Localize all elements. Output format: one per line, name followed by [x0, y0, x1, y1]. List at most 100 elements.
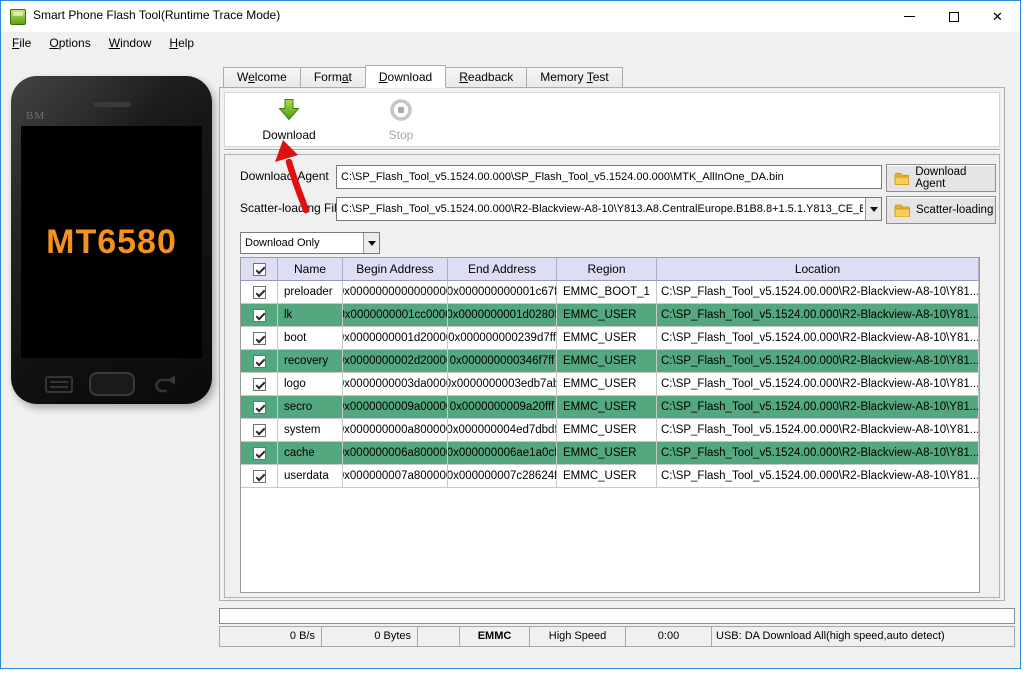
row-checkbox[interactable] [252, 423, 266, 437]
progress-bar [219, 608, 1015, 624]
minimize-icon [904, 16, 915, 17]
cell-checkbox [241, 442, 278, 465]
tab-readback[interactable]: Readback [445, 67, 528, 88]
cell-end-address: 0x0000000001d0280f [448, 304, 557, 327]
cell-region: EMMC_USER [557, 350, 657, 373]
download-group-box: Download-Agent C:\SP_Flash_Tool_v5.1524.… [224, 154, 1000, 598]
partition-table: Name Begin Address End Address Region Locati… [240, 257, 980, 593]
scatter-browse-button[interactable]: Scatter-loading [886, 196, 996, 224]
scatter-file-label: Scatter-loading File [240, 201, 344, 215]
download-agent-browse-label: Download Agent [915, 166, 967, 190]
header-select-all-cell[interactable] [241, 258, 278, 281]
folder-icon [894, 172, 910, 185]
table-row[interactable]: preloader 0x0000000000000000 0x00000000000… [241, 281, 979, 304]
table-row[interactable]: logo 0x0000000003da0000 0x0000000003edb7ab… [241, 373, 979, 396]
cell-begin-address: 0x0000000002d20000 [343, 350, 448, 373]
cell-name: userdata [278, 465, 343, 488]
table-row[interactable]: lk 0x0000000001cc0000 0x0000000001d0280f EM… [241, 304, 979, 327]
maximize-button[interactable] [931, 1, 976, 32]
download-mode-select[interactable]: Download Only [240, 232, 380, 254]
tab-memory-test[interactable]: Memory Test [526, 67, 623, 88]
label-text: R [459, 70, 468, 84]
cell-location: C:\SP_Flash_Tool_v5.1524.00.000\R2-Black… [657, 327, 979, 350]
table-row[interactable]: userdata 0x000000007a800000 0x000000007c28… [241, 465, 979, 488]
cell-region: EMMC_USER [557, 396, 657, 419]
cell-checkbox [241, 327, 278, 350]
scatter-file-value: C:\SP_Flash_Tool_v5.1524.00.000\R2-Black… [341, 203, 863, 215]
select-all-checkbox[interactable] [252, 262, 266, 276]
header-location[interactable]: Location [657, 258, 979, 281]
cell-location: C:\SP_Flash_Tool_v5.1524.00.000\R2-Black… [657, 304, 979, 327]
cell-checkbox [241, 465, 278, 488]
mode-dropdown-button[interactable] [363, 233, 379, 253]
cell-location: C:\SP_Flash_Tool_v5.1524.00.000\R2-Black… [657, 281, 979, 304]
tab-welcome[interactable]: Welcome [223, 67, 301, 88]
table-row[interactable]: system 0x000000000a800000 0x000000004ed7db… [241, 419, 979, 442]
header-region[interactable]: Region [557, 258, 657, 281]
download-agent-input[interactable]: C:\SP_Flash_Tool_v5.1524.00.000\SP_Flash… [336, 165, 882, 189]
phone-preview-image: BM MT6580 [11, 76, 212, 404]
cell-begin-address: 0x000000007a800000 [343, 465, 448, 488]
label-text: H [169, 36, 179, 50]
row-checkbox[interactable] [252, 285, 266, 299]
screenshot-canvas: Smart Phone Flash Tool(Runtime Trace Mod… [0, 0, 1027, 676]
app-icon [10, 9, 26, 25]
header-begin[interactable]: Begin Address [343, 258, 448, 281]
cell-location: C:\SP_Flash_Tool_v5.1524.00.000\R2-Black… [657, 396, 979, 419]
folder-icon [894, 204, 910, 217]
header-name[interactable]: Name [278, 258, 343, 281]
minimize-button[interactable] [887, 1, 932, 32]
label-text: O [49, 36, 59, 50]
status-empty [417, 626, 460, 647]
stop-button[interactable]: Stop [353, 98, 449, 142]
cell-begin-address: 0x0000000001d20000 [343, 327, 448, 350]
scatter-dropdown-button[interactable] [865, 198, 881, 220]
header-end[interactable]: End Address [448, 258, 557, 281]
download-agent-label: Download-Agent [240, 169, 329, 183]
status-bytes: 0 Bytes [321, 626, 418, 647]
tab-download[interactable]: Download [364, 65, 447, 88]
row-checkbox[interactable] [252, 354, 266, 368]
cell-end-address: 0x0000000003edb7ab [448, 373, 557, 396]
tab-format[interactable]: Format [299, 67, 366, 88]
row-checkbox[interactable] [252, 469, 266, 483]
row-checkbox[interactable] [252, 377, 266, 391]
cell-checkbox [241, 350, 278, 373]
status-elapsed-time: 0:00 [625, 626, 712, 647]
table-row[interactable]: cache 0x000000006a800000 0x000000006ae1a0c… [241, 442, 979, 465]
menu-item-window[interactable]: Window [100, 32, 161, 55]
table-row[interactable]: secro 0x0000000009a00000 0x0000000009a20ff… [241, 396, 979, 419]
toolbar-panel: Download Stop [224, 92, 1000, 147]
tab-bar: Welcome Format Download Readback Memory Test [223, 65, 623, 88]
download-button-label: Download [262, 128, 316, 142]
row-checkbox[interactable] [252, 308, 266, 322]
title-bar: Smart Phone Flash Tool(Runtime Trace Mod… [1, 1, 1020, 32]
download-arrow-icon [278, 99, 300, 121]
row-checkbox[interactable] [252, 400, 266, 414]
cell-name: preloader [278, 281, 343, 304]
row-checkbox[interactable] [252, 331, 266, 345]
download-button[interactable]: Download [241, 98, 337, 142]
scatter-file-combobox[interactable]: C:\SP_Flash_Tool_v5.1524.00.000\R2-Black… [336, 197, 882, 221]
cell-checkbox [241, 396, 278, 419]
row-checkbox[interactable] [252, 446, 266, 460]
table-row[interactable]: boot 0x0000000001d20000 0x000000000239d7ff… [241, 327, 979, 350]
cell-begin-address: 0x000000000a800000 [343, 419, 448, 442]
cell-region: EMMC_USER [557, 465, 657, 488]
stop-button-label: Stop [388, 128, 414, 142]
menu-item-file[interactable]: File [3, 32, 40, 55]
download-agent-browse-button[interactable]: Download Agent [886, 164, 996, 192]
close-button[interactable]: ✕ [975, 1, 1020, 32]
label-text: W [108, 36, 121, 50]
cell-region: EMMC_USER [557, 442, 657, 465]
cell-location: C:\SP_Flash_Tool_v5.1524.00.000\R2-Black… [657, 350, 979, 373]
label-text: est [592, 70, 609, 84]
menu-item-options[interactable]: Options [40, 32, 99, 55]
label-text: Memory [540, 70, 587, 84]
menu-item-help[interactable]: Help [160, 32, 203, 55]
cell-name: recovery [278, 350, 343, 373]
table-row[interactable]: recovery 0x0000000002d20000 0x000000000346… [241, 350, 979, 373]
download-mode-value: Download Only [245, 237, 320, 249]
separator-line [224, 149, 1000, 151]
close-icon: ✕ [992, 9, 1003, 24]
